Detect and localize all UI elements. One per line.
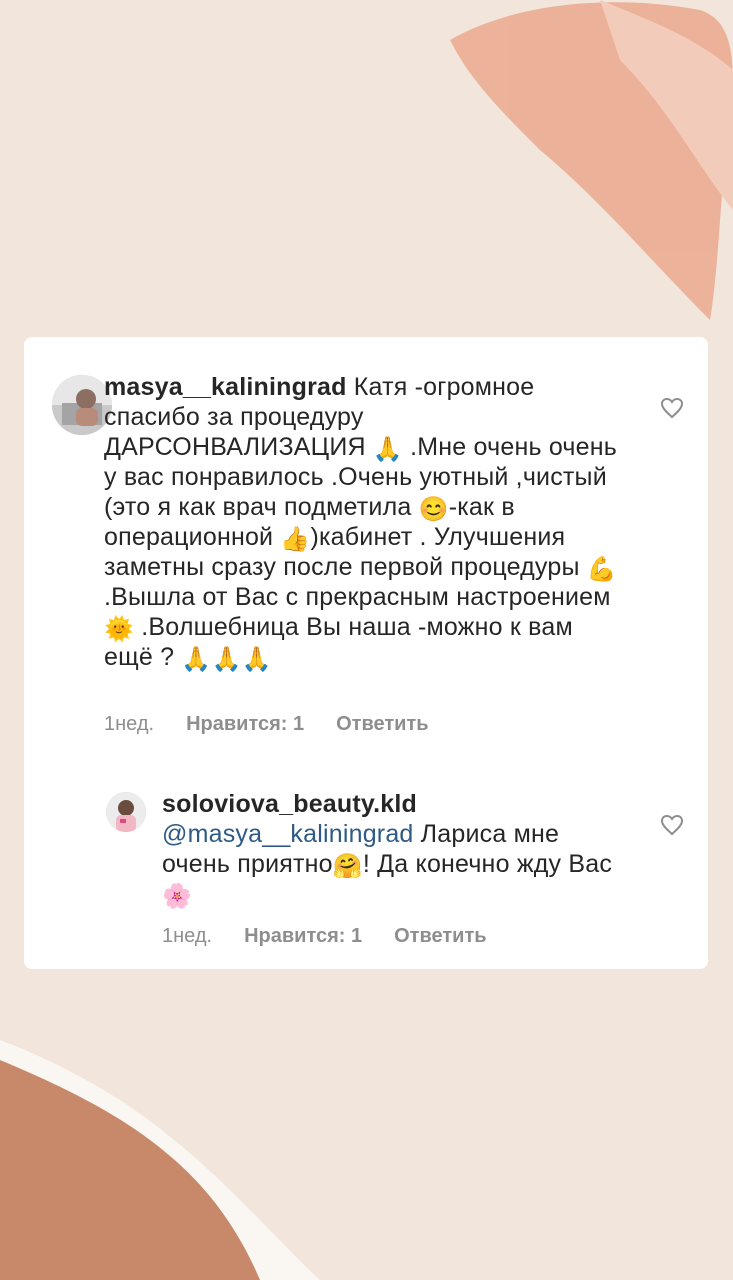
like-heart-icon[interactable]	[660, 397, 684, 419]
comment-card: masya__kaliningrad Катя -огромное спасиб…	[24, 337, 708, 969]
avatar-masya[interactable]	[52, 375, 112, 435]
emoji-pray-triple: 🙏🙏🙏	[181, 646, 272, 673]
mention-masya[interactable]: @masya__kaliningrad	[162, 820, 414, 848]
reply-time: 1нед.	[162, 925, 213, 947]
comment-meta-reply: 1нед. Нравится: 1 Ответить	[162, 924, 487, 948]
emoji-flower: 🌸	[162, 883, 193, 910]
reply-button[interactable]: Ответить	[336, 712, 428, 736]
comment-text-seg-5: .Вышла от Вас с прекрасным настроением	[104, 583, 611, 611]
avatar-photo-icon	[106, 792, 146, 832]
avatar-photo-icon	[52, 375, 112, 435]
comment-likes-count[interactable]: Нравится: 1	[186, 712, 304, 736]
top-brush-stroke	[450, 0, 733, 320]
comment-meta-main: 1нед. Нравится: 1 Ответить	[104, 712, 429, 736]
reply-button[interactable]: Ответить	[394, 924, 486, 948]
reply-username-soloviova[interactable]: soloviova_beauty.kld	[162, 790, 417, 818]
emoji-sun: 🌞	[104, 616, 135, 643]
comment-main-text: masya__kaliningrad Катя -огромное спасиб…	[104, 372, 624, 672]
emoji-muscle: 💪	[586, 556, 617, 583]
reply-text-seg-2: ! Да конечно жду Вас	[362, 850, 613, 878]
comment-text-seg-6: .Волшебница Вы наша -можно к вам ещё ?	[104, 613, 573, 671]
emoji-pray: 🙏	[372, 436, 403, 463]
comment-username-masya[interactable]: masya__kaliningrad	[104, 373, 347, 401]
reply-likes-count[interactable]: Нравится: 1	[244, 924, 362, 948]
reply-comment-text: soloviova_beauty.kld @masya__kaliningrad…	[162, 789, 632, 909]
emoji-hug: 🤗	[332, 853, 363, 880]
avatar-soloviova[interactable]	[106, 792, 146, 832]
emoji-smile: 😊	[418, 496, 449, 523]
emoji-thumbs-up: 👍	[280, 526, 311, 553]
comment-time: 1нед.	[104, 713, 155, 735]
like-heart-icon[interactable]	[660, 814, 684, 836]
bottom-torn-paper	[0, 1040, 320, 1280]
